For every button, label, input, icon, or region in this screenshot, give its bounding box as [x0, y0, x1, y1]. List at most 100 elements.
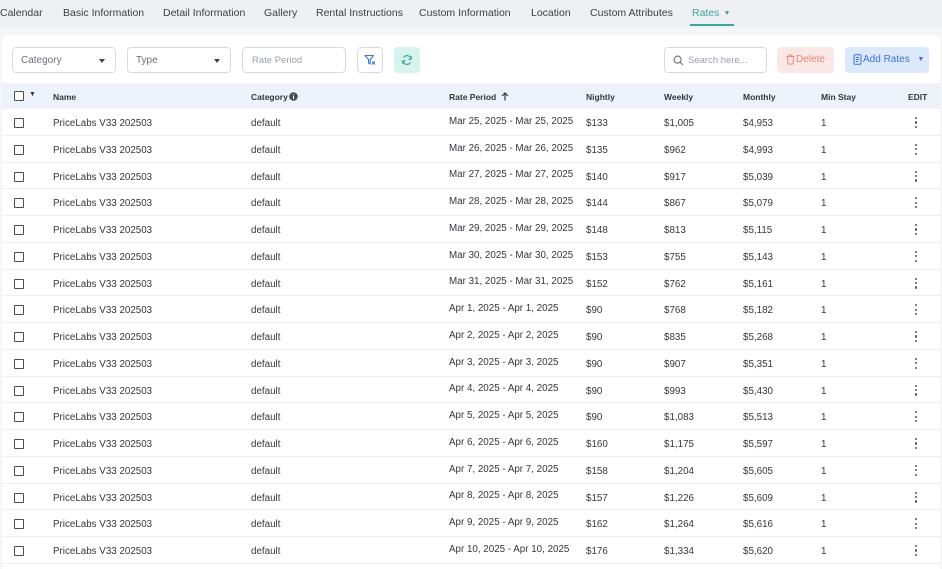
- row-checkbox[interactable]: [14, 225, 24, 235]
- row-checkbox[interactable]: [14, 385, 24, 396]
- more-options-icon[interactable]: [914, 464, 918, 476]
- document-icon: [853, 54, 862, 65]
- table-row[interactable]: PriceLabs V33 202503 default Apr 9, 2025 -…: [2, 510, 940, 537]
- row-checkbox[interactable]: [14, 439, 24, 449]
- refresh-button[interactable]: [394, 47, 420, 73]
- table-row[interactable]: PriceLabs V33 202503 default Apr 4, 2025 -…: [2, 377, 940, 404]
- row-checkbox[interactable]: [14, 465, 24, 476]
- table-row[interactable]: PriceLabs V33 202503 default Apr 3, 2025 -…: [2, 350, 940, 377]
- select-menu-chevron-icon[interactable]: ▼: [29, 91, 36, 98]
- table-row[interactable]: PriceLabs V33 202503 default Mar 28, 2025 …: [2, 189, 940, 216]
- chevron-down-icon: [214, 59, 220, 63]
- column-category[interactable]: Category: [251, 92, 298, 102]
- more-options-icon[interactable]: [914, 197, 918, 209]
- tab-label: Custom Information: [419, 7, 511, 19]
- row-checkbox[interactable]: [14, 305, 24, 316]
- tab-basic-information[interactable]: Basic Information: [63, 7, 144, 19]
- cell-min-stay: 1: [821, 412, 827, 424]
- tab-label: Basic Information: [63, 7, 145, 19]
- tab-gallery[interactable]: Gallery: [264, 7, 297, 19]
- table-row[interactable]: PriceLabs V33 202503 default Apr 1, 2025 -…: [2, 296, 940, 323]
- rate-period-input[interactable]: Rate Period: [242, 47, 346, 73]
- table-row[interactable]: PriceLabs V33 202503 default Apr 6, 2025 -…: [2, 430, 940, 457]
- column-weekly[interactable]: Weekly: [664, 92, 693, 102]
- tab-custom-attributes[interactable]: Custom Attributes: [590, 7, 673, 19]
- table-row[interactable]: PriceLabs V33 202503 default Mar 29, 2025 …: [2, 216, 940, 243]
- row-checkbox[interactable]: [14, 492, 24, 503]
- more-options-icon[interactable]: [914, 143, 918, 155]
- cell-min-stay: 1: [821, 465, 827, 477]
- row-checkbox[interactable]: [14, 144, 24, 155]
- row-checkbox[interactable]: [14, 118, 24, 128]
- column-nightly[interactable]: Nightly: [586, 92, 615, 102]
- cell-nightly: $135: [586, 144, 608, 156]
- chevron-down-icon: [99, 59, 105, 63]
- table-row[interactable]: PriceLabs V33 202503 default Mar 30, 2025 …: [2, 243, 940, 270]
- more-options-icon[interactable]: [914, 384, 918, 396]
- tab-location[interactable]: Location: [531, 7, 571, 19]
- cell-monthly: $5,620: [743, 546, 773, 557]
- tab-rental-instructions[interactable]: Rental Instructions: [316, 7, 403, 19]
- row-checkbox[interactable]: [14, 251, 24, 262]
- table-row[interactable]: PriceLabs V33 202503 default Apr 8, 2025 -…: [2, 484, 940, 511]
- tab-detail-information[interactable]: Detail Information: [163, 7, 245, 19]
- select-all-checkbox[interactable]: [14, 91, 24, 101]
- delete-button[interactable]: Delete: [777, 47, 834, 73]
- tab-label: Calendar: [0, 7, 43, 19]
- row-checkbox[interactable]: [14, 278, 24, 289]
- add-rates-button[interactable]: Add Rates ▼: [845, 47, 929, 73]
- row-checkbox[interactable]: [14, 358, 24, 369]
- row-checkbox[interactable]: [14, 519, 24, 530]
- more-options-icon[interactable]: [914, 545, 918, 556]
- more-options-icon[interactable]: [914, 411, 918, 423]
- row-checkbox[interactable]: [14, 171, 24, 182]
- cell-weekly: $768: [664, 305, 686, 317]
- search-input[interactable]: Search here...: [664, 47, 767, 73]
- table-row[interactable]: PriceLabs V33 202503 default Mar 25, 2025 …: [2, 109, 940, 136]
- tab-calendar[interactable]: Calendar: [0, 7, 43, 19]
- column-min-stay[interactable]: Min Stay: [821, 92, 856, 102]
- more-options-icon[interactable]: [914, 170, 918, 182]
- tab-custom-information[interactable]: Custom Information: [419, 7, 511, 19]
- table-row[interactable]: PriceLabs V33 202503 default Mar 26, 2025 …: [2, 136, 940, 163]
- more-options-icon[interactable]: [914, 518, 918, 530]
- cell-min-stay: 1: [821, 278, 827, 290]
- row-checkbox[interactable]: [14, 332, 24, 342]
- tab-label: Custom Attributes: [590, 7, 673, 19]
- row-checkbox[interactable]: [14, 412, 24, 423]
- table-row[interactable]: PriceLabs V33 202503 default Mar 31, 2025 …: [2, 270, 940, 297]
- column-rate-period-label: Rate Period: [449, 92, 497, 102]
- more-options-icon[interactable]: [914, 250, 918, 262]
- cell-min-stay: 1: [821, 519, 827, 531]
- cell-category: default: [251, 492, 281, 504]
- row-checkbox[interactable]: [14, 546, 24, 556]
- table-row[interactable]: PriceLabs V33 202503 default Apr 7, 2025 -…: [2, 457, 940, 484]
- table-row[interactable]: PriceLabs V33 202503 default Apr 5, 2025 -…: [2, 403, 940, 430]
- tab-rates[interactable]: Rates ▼: [690, 7, 735, 26]
- column-name[interactable]: Name: [53, 92, 76, 102]
- table-row[interactable]: PriceLabs V33 202503 default Apr 10, 2025 …: [2, 537, 940, 564]
- cell-monthly: $4,953: [743, 118, 773, 129]
- more-options-icon[interactable]: [914, 277, 918, 289]
- chevron-down-icon: ▼: [917, 56, 925, 63]
- row-checkbox[interactable]: [14, 198, 24, 209]
- cell-rate-period: Mar 31, 2025 - Mar 31, 2025: [449, 276, 574, 288]
- cell-nightly: $144: [586, 198, 608, 210]
- column-monthly[interactable]: Monthly: [743, 92, 776, 102]
- category-select[interactable]: Category: [12, 47, 116, 73]
- table-row[interactable]: PriceLabs V33 202503 default Apr 2, 2025 -…: [2, 323, 940, 350]
- more-options-icon[interactable]: [914, 491, 918, 503]
- cell-rate-period: Apr 7, 2025 - Apr 7, 2025: [449, 463, 559, 475]
- type-select[interactable]: Type: [127, 47, 231, 73]
- more-options-icon[interactable]: [914, 224, 918, 235]
- more-options-icon[interactable]: [914, 304, 918, 316]
- more-options-icon[interactable]: [914, 438, 918, 449]
- table-row[interactable]: PriceLabs V33 202503 default Mar 27, 2025 …: [2, 163, 940, 190]
- cell-nightly: $90: [586, 358, 603, 370]
- column-rate-period[interactable]: Rate Period: [449, 92, 509, 102]
- more-options-icon[interactable]: [914, 117, 918, 128]
- more-options-icon[interactable]: [914, 357, 918, 369]
- more-options-icon[interactable]: [914, 331, 918, 342]
- clear-filter-button[interactable]: [357, 47, 383, 73]
- cell-rate-period: Mar 27, 2025 - Mar 27, 2025: [449, 169, 574, 181]
